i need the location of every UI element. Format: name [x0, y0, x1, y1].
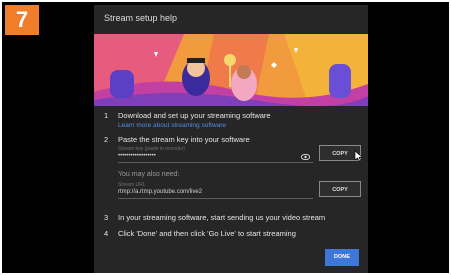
- screenshot-frame: 7 Stream setup help 1 Download and set u…: [2, 2, 449, 273]
- mouse-cursor-icon: [354, 150, 363, 162]
- step-1-number: 1: [104, 111, 109, 120]
- stream-key-underline: [118, 162, 313, 163]
- dialog-title: Stream setup help: [104, 13, 178, 23]
- done-button[interactable]: DONE: [325, 249, 359, 266]
- may-also-need-text: You may also need:: [118, 171, 180, 178]
- step-4-number: 4: [104, 229, 109, 238]
- step-1-text: Download and set up your streaming softw…: [118, 111, 271, 120]
- step-3-number: 3: [104, 213, 109, 222]
- eye-icon[interactable]: [301, 154, 310, 160]
- learn-more-link[interactable]: Learn more about streaming software: [118, 122, 226, 129]
- stream-url-field[interactable]: rtmp://a.rtmp.youtube.com/live2: [118, 189, 202, 195]
- step-4-text: Click 'Done' and then click 'Go Live' to…: [118, 229, 296, 238]
- step-number-badge: 7: [5, 5, 39, 35]
- stream-key-field[interactable]: ••••••••••••••••••: [118, 153, 156, 159]
- stream-key-hint: Stream key (paste in encoder): [118, 146, 185, 152]
- step-3-text: In your streaming software, start sendin…: [118, 213, 326, 222]
- banner-illustration: [94, 34, 368, 106]
- step-2-number: 2: [104, 135, 109, 144]
- stream-url-hint: Stream URL: [118, 182, 146, 188]
- step-2-text: Paste the stream key into your software: [118, 135, 250, 144]
- stream-url-underline: [118, 198, 313, 199]
- copy-stream-url-button[interactable]: COPY: [319, 181, 361, 197]
- stream-setup-dialog: Stream setup help 1 Download and set up …: [94, 5, 368, 273]
